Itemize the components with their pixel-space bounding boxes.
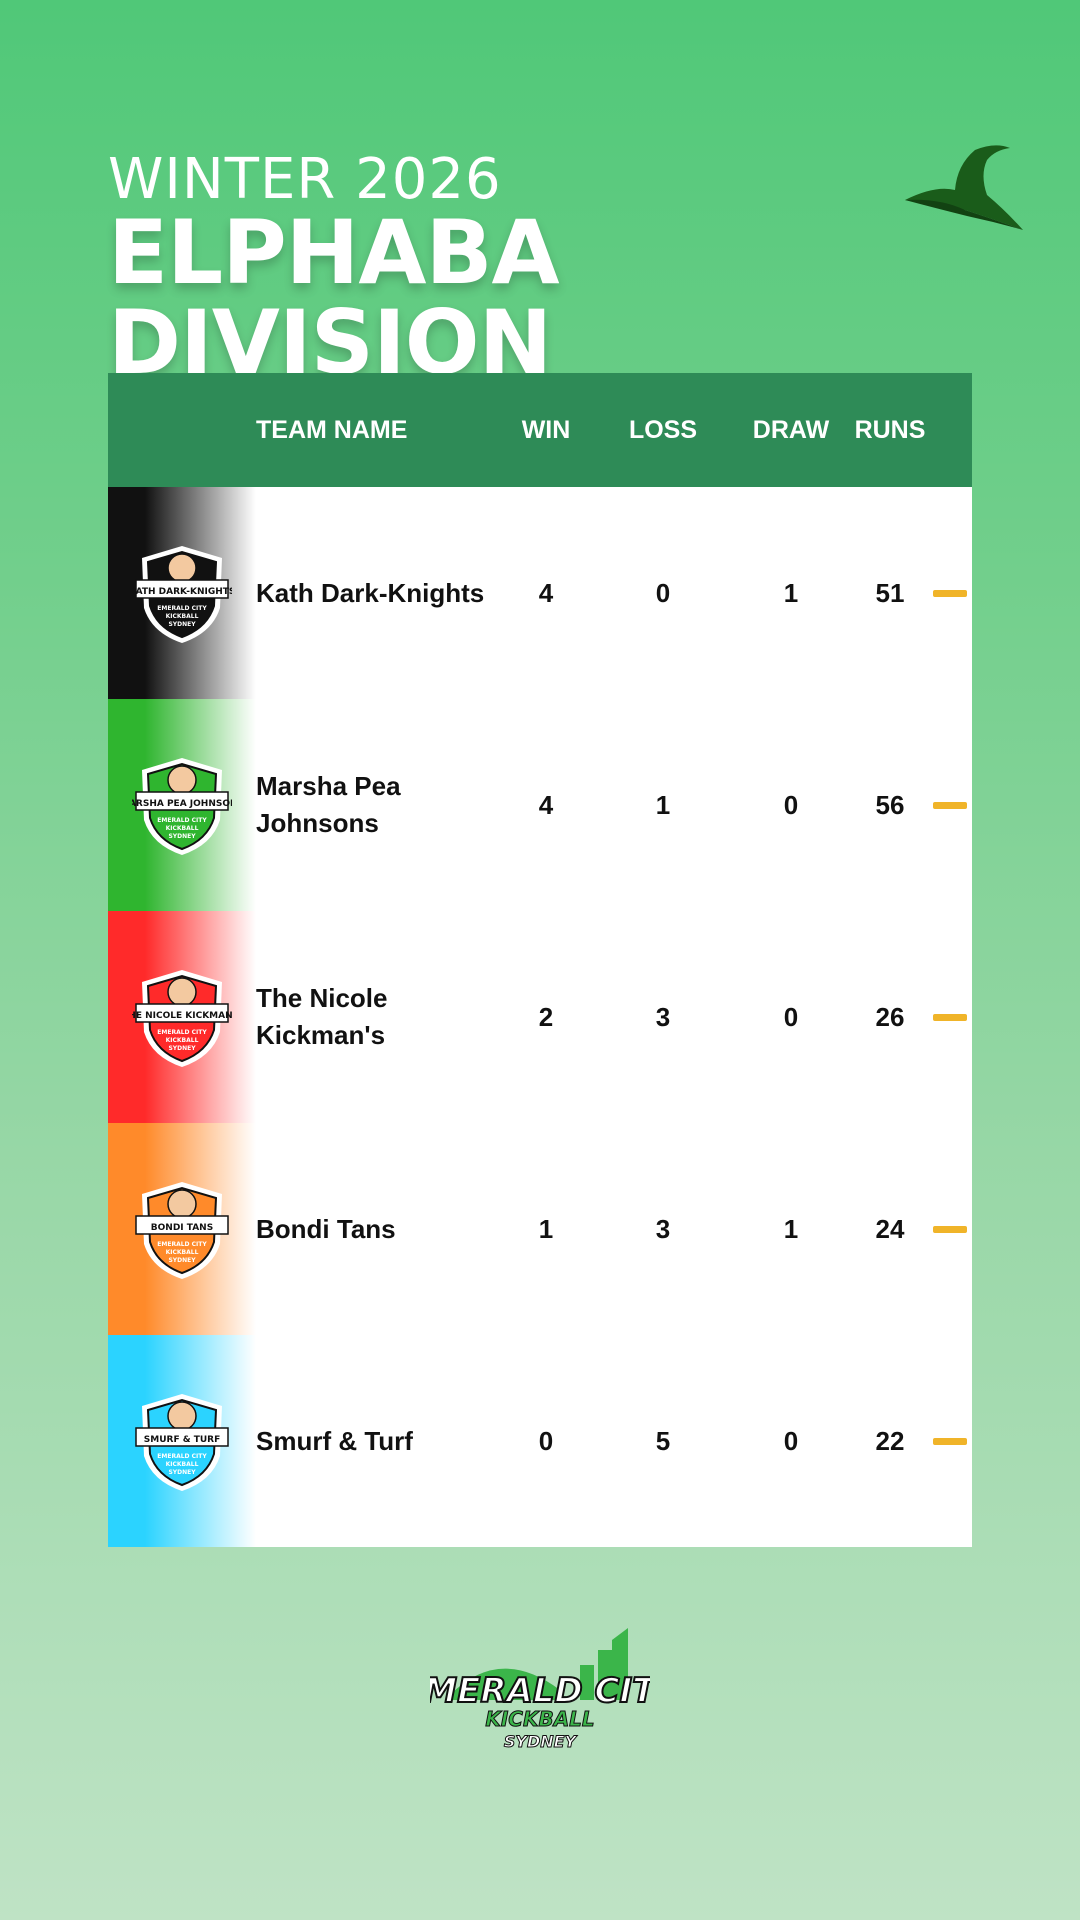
footer-logo-line2: KICKBALL: [485, 1707, 594, 1731]
badge-subtext-1: EMERALD CITY: [157, 605, 207, 612]
loss-count: 3: [655, 1213, 671, 1244]
table-row: KATH DARK-KNIGHTS EMERALD CITY KICKBALL SYD…: [108, 487, 972, 699]
standings-table: TEAM NAME WIN LOSS DRAW RUNS KATH DARK-K…: [108, 373, 972, 1547]
win-count: 4: [538, 577, 554, 608]
draw-count: 0: [783, 789, 799, 820]
badge-team-text: KATH DARK-KNIGHTS: [132, 587, 232, 597]
win-count: 0: [538, 1425, 554, 1456]
win-count: 2: [538, 1001, 554, 1032]
win-count: 4: [538, 789, 554, 820]
team-logo-cell: MARSHA PEA JOHNSONS EMERALD CITYKICKBALLS…: [108, 699, 256, 911]
loss-count: 5: [655, 1425, 671, 1456]
badge-subtext-3: SYDNEY: [168, 1257, 196, 1264]
table-row: BONDI TANS EMERALD CITY KICKBALL SYDNEY Bond…: [108, 1123, 972, 1335]
table-body: KATH DARK-KNIGHTS EMERALD CITY KICKBALL SYD…: [108, 487, 972, 1547]
footer-logo-line3: SYDNEY: [504, 1732, 578, 1751]
team-logo-cell: SMURF & TURF EMERALD CITY KICKBALL SYDNEY: [108, 1335, 256, 1547]
loss-count: 1: [655, 789, 671, 820]
badge-team-text: BONDI TANS: [151, 1223, 213, 1233]
header-runs: RUNS: [854, 415, 926, 444]
badge-subtext-1: EMERALD CITY: [157, 817, 207, 824]
draw-count: 1: [783, 577, 799, 608]
title-block: WINTER 2026 ELPHABA DIVISION: [108, 150, 1008, 388]
table-row: THE NICOLE KICKMAN'S EMERALD CITYKICKBALL…: [108, 911, 972, 1123]
trend-cell: [928, 1013, 972, 1021]
runs-count: 26: [875, 1001, 905, 1032]
team-name: Smurf & Turf: [256, 1425, 413, 1456]
team-name: Kath Dark-Knights: [256, 577, 485, 608]
badge-subtext-3: SYDNEY: [168, 1469, 196, 1476]
badge-subtext-2: KICKBALL: [166, 825, 199, 832]
no-change-trend-icon: [933, 589, 967, 597]
team-logo-cell: KATH DARK-KNIGHTS EMERALD CITY KICKBALL SYD…: [108, 487, 256, 699]
badge-subtext-2: KICKBALL: [166, 1037, 199, 1044]
no-change-trend-icon: [933, 1225, 967, 1233]
badge-subtext-1: EMERALD CITY: [157, 1029, 207, 1036]
badge-team-text: THE NICOLE KICKMAN'S: [132, 1011, 232, 1021]
team-badge: SMURF & TURF EMERALD CITYKICKBALLSYDNEY: [135, 1394, 229, 1491]
team-badge: MARSHA PEA JOHNSONS EMERALD CITYKICKBALLS…: [132, 758, 232, 855]
badge-subtext-1: EMERALD CITY: [157, 1241, 207, 1248]
badge-subtext-3: SYDNEY: [168, 833, 196, 840]
badge-subtext-2: KICKBALL: [166, 1461, 199, 1468]
trend-cell: [928, 1225, 972, 1233]
header-draw: DRAW: [752, 415, 830, 444]
team-badge: THE NICOLE KICKMAN'S EMERALD CITYKICKBALL…: [132, 970, 232, 1067]
trend-cell: [928, 1437, 972, 1445]
team-logo-cell: THE NICOLE KICKMAN'S EMERALD CITYKICKBALL…: [108, 911, 256, 1123]
header-team-name: TEAM NAME: [256, 415, 408, 444]
team-name: The Nicole Kickman's: [256, 983, 388, 1050]
no-change-trend-icon: [933, 1437, 967, 1445]
team-logo-cell: BONDI TANS EMERALD CITY KICKBALL SYDNEY: [108, 1123, 256, 1335]
division-title: ELPHABA DIVISION: [108, 201, 560, 394]
header-win: WIN: [521, 415, 571, 444]
footer-logo-line1: EMERALD CITY: [430, 1671, 650, 1711]
badge-subtext-2: KICKBALL: [166, 613, 199, 620]
team-badge: BONDI TANS EMERALD CITYKICKBALLSYDNEY: [135, 1182, 229, 1279]
no-change-trend-icon: [933, 801, 967, 809]
runs-count: 22: [875, 1425, 905, 1456]
draw-count: 0: [783, 1425, 799, 1456]
badge-team-text: SMURF & TURF: [144, 1435, 220, 1445]
no-change-trend-icon: [933, 1013, 967, 1021]
loss-count: 3: [655, 1001, 671, 1032]
badge-team-text: MARSHA PEA JOHNSONS: [132, 799, 232, 809]
team-badge: KATH DARK-KNIGHTS EMERALD CITYKICKBALLSYD…: [132, 546, 232, 643]
emerald-city-kickball-logo: EMERALD CITY KICKBALL SYDNEY: [430, 1628, 650, 1752]
header-loss: LOSS: [628, 415, 698, 444]
team-name: Bondi Tans: [256, 1213, 396, 1244]
trend-cell: [928, 589, 972, 597]
table-row: MARSHA PEA JOHNSONS EMERALD CITYKICKBALLS…: [108, 699, 972, 911]
runs-count: 56: [875, 789, 905, 820]
badge-subtext-3: SYDNEY: [168, 621, 196, 628]
team-name: Marsha Pea Johnsons: [256, 771, 401, 838]
loss-count: 0: [655, 577, 671, 608]
draw-count: 0: [783, 1001, 799, 1032]
witch-hat-icon: [905, 145, 1023, 230]
table-header: TEAM NAME WIN LOSS DRAW RUNS: [108, 373, 972, 487]
badge-subtext-1: EMERALD CITY: [157, 1453, 207, 1460]
table-row: SMURF & TURF EMERALD CITY KICKBALL SYDNEY Sm…: [108, 1335, 972, 1547]
runs-count: 51: [875, 577, 905, 608]
draw-count: 1: [783, 1213, 799, 1244]
badge-subtext-2: KICKBALL: [166, 1249, 199, 1256]
runs-count: 24: [875, 1213, 905, 1244]
trend-cell: [928, 801, 972, 809]
win-count: 1: [538, 1213, 554, 1244]
badge-subtext-3: SYDNEY: [168, 1045, 196, 1052]
